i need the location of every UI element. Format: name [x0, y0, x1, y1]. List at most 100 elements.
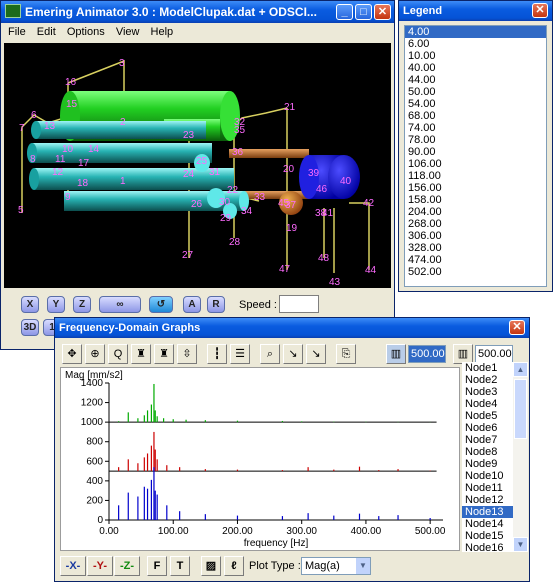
menu-edit[interactable]: Edit — [33, 24, 60, 40]
legend-item[interactable]: 10.00 — [405, 50, 546, 62]
frequency-titlebar[interactable]: Frequency-Domain Graphs — [55, 318, 529, 338]
legend-item[interactable]: 106.00 — [405, 158, 546, 170]
node-item[interactable]: Node10 — [462, 470, 513, 482]
horizontal-grid-icon[interactable]: ☰ — [230, 344, 250, 364]
legend-list[interactable]: 4.00 6.00 10.00 40.00 44.00 50.00 54.00 … — [404, 25, 547, 287]
node-item[interactable]: Node9 — [462, 458, 513, 470]
fit-icon[interactable]: ⇳ — [177, 344, 197, 364]
node-label: 19 — [286, 223, 298, 234]
marker-icon[interactable]: ♜ — [131, 344, 151, 364]
max-frequency-input[interactable]: 500.00 — [408, 345, 446, 363]
zoom-out-icon[interactable]: Q — [108, 344, 128, 364]
node-item[interactable]: Node16 — [462, 542, 513, 552]
node-item[interactable]: Node13 — [462, 506, 513, 518]
node-item[interactable]: Node1 — [462, 362, 513, 374]
time-mode-button[interactable]: T — [170, 556, 190, 576]
y-axis-button[interactable]: Y — [47, 296, 65, 313]
legend-item[interactable]: 50.00 — [405, 86, 546, 98]
draw-icon[interactable]: ℓ — [224, 556, 244, 576]
scroll-up-icon[interactable]: ▲ — [513, 362, 528, 377]
y-direction-button[interactable]: -Y- — [87, 556, 113, 576]
legend-item[interactable]: 268.00 — [405, 218, 546, 230]
speed-slider[interactable] — [279, 295, 319, 313]
pan-icon[interactable]: ✥ — [62, 344, 82, 364]
plot-settings-icon[interactable]: ▨ — [201, 556, 221, 576]
node-list[interactable]: Node1 Node2 Node3 Node4 Node5 Node6 Node… — [462, 362, 513, 552]
legend-titlebar[interactable]: Legend — [399, 1, 552, 21]
legend-item[interactable]: 204.00 — [405, 206, 546, 218]
node-item[interactable]: Node5 — [462, 410, 513, 422]
menu-file[interactable]: File — [4, 24, 30, 40]
a-button[interactable]: A — [183, 296, 201, 313]
copy-icon[interactable]: ⎘ — [336, 344, 356, 364]
node-item[interactable]: Node3 — [462, 386, 513, 398]
legend-close-button[interactable]: ✕ — [532, 3, 548, 18]
legend-item[interactable]: 502.00 — [405, 266, 546, 278]
menu-options[interactable]: Options — [63, 24, 109, 40]
cursor-alt-icon[interactable]: ↘ — [306, 344, 326, 364]
legend-item[interactable]: 40.00 — [405, 62, 546, 74]
x-tick-label: 300.00 — [286, 526, 317, 537]
x-direction-button[interactable]: -X- — [60, 556, 86, 576]
legend-item[interactable]: 156.00 — [405, 182, 546, 194]
node-label: 22 — [227, 185, 239, 196]
chevron-down-icon[interactable]: ▼ — [356, 558, 370, 574]
legend-item[interactable]: 6.00 — [405, 38, 546, 50]
menu-help[interactable]: Help — [147, 24, 178, 40]
menu-view[interactable]: View — [112, 24, 144, 40]
link-icon[interactable]: ∞ — [99, 296, 141, 313]
legend-item[interactable]: 44.00 — [405, 74, 546, 86]
node-item[interactable]: Node11 — [462, 482, 513, 494]
zoom-icon[interactable]: ⌕ — [260, 344, 280, 364]
frequency-mode-button[interactable]: F — [147, 556, 167, 576]
zoom-in-icon[interactable]: ⊕ — [85, 344, 105, 364]
node-item[interactable]: Node15 — [462, 530, 513, 542]
node-label: 3 — [119, 58, 125, 69]
x-axis-button[interactable]: X — [21, 296, 39, 313]
legend-item[interactable]: 90.00 — [405, 146, 546, 158]
scroll-thumb[interactable] — [514, 379, 527, 439]
node-list-scrollbar[interactable]: ▲ ▼ — [513, 362, 528, 552]
legend-item[interactable]: 54.00 — [405, 98, 546, 110]
rotate-icon[interactable]: ↺ — [149, 296, 173, 313]
animator-window: Emering Animator 3.0 : ModelClupak.dat +… — [0, 0, 395, 350]
maximize-button[interactable]: □ — [355, 4, 372, 20]
legend-item[interactable]: 306.00 — [405, 230, 546, 242]
scroll-down-icon[interactable]: ▼ — [513, 537, 528, 552]
legend-item[interactable]: 474.00 — [405, 254, 546, 266]
max-amplitude-input[interactable]: 500.00 — [475, 345, 513, 363]
legend-item[interactable]: 68.00 — [405, 110, 546, 122]
frequency-window: Frequency-Domain Graphs ✕ ✥ ⊕ Q ♜ ♜ ⇳ ┇ … — [54, 317, 530, 582]
vertical-grid-icon[interactable]: ┇ — [207, 344, 227, 364]
node-item[interactable]: Node2 — [462, 374, 513, 386]
node-label: 15 — [66, 99, 78, 110]
node-item[interactable]: Node12 — [462, 494, 513, 506]
node-item[interactable]: Node6 — [462, 422, 513, 434]
node-item[interactable]: Node7 — [462, 434, 513, 446]
3d-button[interactable]: 3D — [21, 319, 39, 336]
close-button[interactable]: ✕ — [374, 4, 391, 20]
legend-item[interactable]: 118.00 — [405, 170, 546, 182]
r-button[interactable]: R — [207, 296, 225, 313]
frequency-title: Frequency-Domain Graphs — [59, 322, 201, 334]
frequency-chart[interactable]: Mag [mm/s2]02004006008001000120014000.00… — [61, 368, 459, 550]
node-item[interactable]: Node8 — [462, 446, 513, 458]
minimize-button[interactable]: _ — [336, 4, 353, 20]
node-label: 26 — [191, 199, 203, 210]
peak-marker-icon[interactable]: ♜ — [154, 344, 174, 364]
legend-item[interactable]: 4.00 — [405, 26, 546, 38]
legend-item[interactable]: 78.00 — [405, 134, 546, 146]
node-item[interactable]: Node4 — [462, 398, 513, 410]
plot-type-select[interactable]: Mag(a) ▼ — [301, 557, 371, 575]
legend-item[interactable]: 328.00 — [405, 242, 546, 254]
z-direction-button[interactable]: -Z- — [114, 556, 140, 576]
spectrum-alt-icon[interactable]: ▥ — [453, 344, 473, 364]
frequency-close-button[interactable]: ✕ — [509, 320, 525, 335]
z-axis-button[interactable]: Z — [73, 296, 91, 313]
legend-item[interactable]: 74.00 — [405, 122, 546, 134]
cursor-icon[interactable]: ↘ — [283, 344, 303, 364]
legend-item[interactable]: 158.00 — [405, 194, 546, 206]
node-item[interactable]: Node14 — [462, 518, 513, 530]
spectrum-icon[interactable]: ▥ — [386, 344, 406, 364]
node-label: 11 — [55, 154, 66, 165]
